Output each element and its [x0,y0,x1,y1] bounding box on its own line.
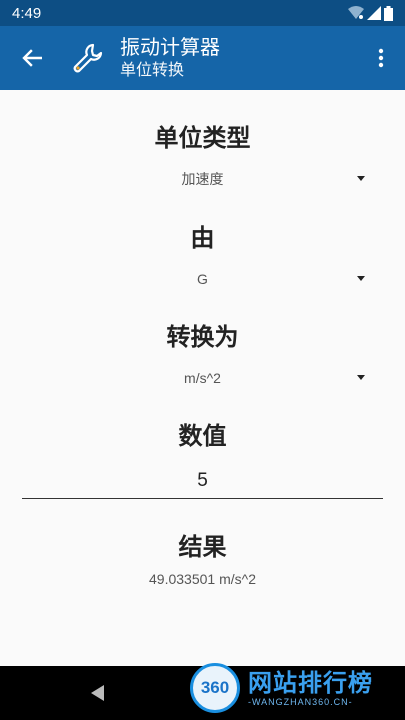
battery-icon [384,5,393,21]
nav-back-icon[interactable] [88,683,108,703]
from-unit-spinner[interactable]: G [0,264,405,294]
dropdown-arrow-icon [357,176,365,181]
app-titles: 振动计算器 单位转换 [120,35,220,81]
wrench-icon [64,36,108,80]
app-subtitle: 单位转换 [120,60,185,79]
app-title: 振动计算器 [120,35,220,59]
from-label: 由 [190,224,215,252]
watermark-badge: 360 [190,663,240,713]
watermark-texts: 网站排行榜 -WANGZHAN360.CN- [248,669,373,707]
to-label: 转换为 [166,323,239,351]
watermark-sub-text: -WANGZHAN360.CN- [248,697,353,707]
more-vert-icon [378,48,384,68]
dropdown-arrow-icon [357,276,365,281]
result-value: 49.033501 m/s^2 [149,571,256,587]
watermark-logo: 360 网站排行榜 -WANGZHAN360.CN- [190,656,405,720]
unit-type-spinner[interactable]: 加速度 [0,164,405,194]
value-input[interactable] [22,463,383,499]
converter-form: 单位类型 加速度 由 G 转换为 m/s^2 数值 结果 49.033501 m… [0,90,405,666]
status-icons [348,5,393,21]
unit-type-value: 加速度 [181,171,224,187]
unit-type-label: 单位类型 [154,124,251,152]
result-label: 结果 [178,533,227,561]
app-bar: 振动计算器 单位转换 [0,26,405,90]
status-bar: 4:49 [0,0,405,26]
from-unit-value: G [197,271,208,287]
back-button[interactable] [0,26,64,90]
dropdown-arrow-icon [357,375,365,380]
more-options-button[interactable] [357,26,405,90]
signal-icon [367,6,381,20]
watermark-main-text: 网站排行榜 [248,669,373,697]
value-label: 数值 [178,422,227,450]
to-unit-value: m/s^2 [184,370,221,386]
status-time: 4:49 [12,4,42,22]
arrow-left-icon [22,49,42,67]
wifi-icon [348,6,364,19]
to-unit-spinner[interactable]: m/s^2 [0,363,405,393]
